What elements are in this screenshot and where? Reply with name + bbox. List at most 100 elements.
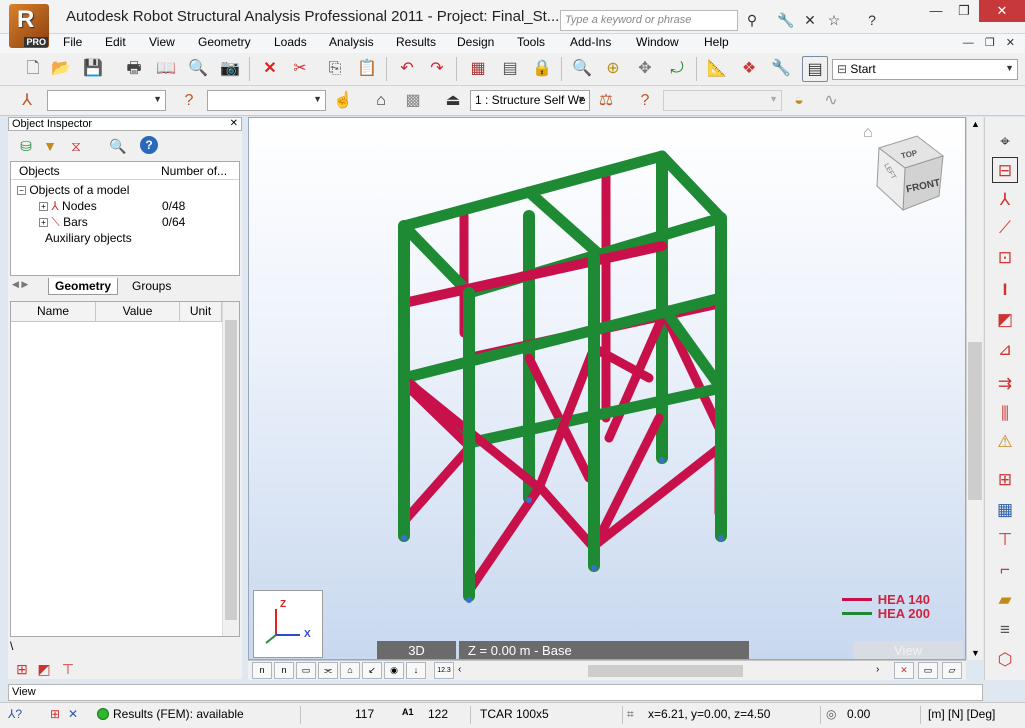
tree-item-auxiliary[interactable]: Auxiliary objects [45,231,132,245]
table-view-icon[interactable]: ⊤ [58,659,78,679]
hierarchy-icon[interactable]: ⊞ [12,659,32,679]
load-case-icon[interactable]: ⏏ [440,88,466,114]
grid-icon[interactable]: ▩ [400,88,426,114]
releases-icon[interactable]: ⊿ [992,337,1018,363]
structure-view-icon[interactable]: ⊞ [992,467,1018,493]
horizontal-scrollbar-thumb[interactable] [588,665,743,677]
home-view-icon[interactable]: ⌂ [863,124,873,142]
model-viewport[interactable]: ⌂ TOP FRONT LEFT HEA 140 HEA 200 Z X 3D … [248,117,966,660]
wrench-icon[interactable]: 🔧 [776,10,796,30]
angle-section-icon[interactable]: ⌐ [992,557,1018,583]
tab-inspector-bottom[interactable]: \ [10,639,30,655]
loads-icon[interactable]: ⚠ [992,429,1018,455]
scrollbar-thumb[interactable] [225,320,237,620]
numbering-icon[interactable]: 12.3 [434,662,454,679]
help-icon[interactable]: ? [862,10,882,30]
maximize-button[interactable]: ❐ [950,0,978,22]
hide-icon[interactable]: ✕ [894,662,914,679]
calculator-icon[interactable]: ▦ [465,56,491,82]
print-icon[interactable]: 🖶 [121,56,147,82]
structure-model-icon[interactable]: ❖ [736,56,762,82]
grid-snap-icon[interactable]: ⊞ [50,707,60,721]
structure-model[interactable] [249,118,966,660]
funnel-icon[interactable]: ▼ [40,136,60,156]
redo-icon[interactable]: ↷ [424,56,450,82]
menu-analysis[interactable]: Analysis [329,35,374,49]
menu-results[interactable]: Results [396,35,436,49]
tables-icon[interactable]: ▤ [497,56,523,82]
app-logo[interactable]: R PRO [9,4,49,48]
bars-icon[interactable]: ⟋ [992,215,1018,241]
units-indicator[interactable]: [m] [N] [Deg] [928,707,995,721]
viewport-vertical-scrollbar[interactable]: ▲ ▼ [966,117,983,660]
prop-header-value[interactable]: Value [96,302,180,322]
copy-icon[interactable]: ⎘ [322,56,348,82]
menu-file[interactable]: File [63,35,82,49]
menu-tools[interactable]: Tools [517,35,545,49]
hand-select-icon[interactable]: ☝ [330,88,356,114]
layers-icon[interactable]: ≡ [992,617,1018,643]
cut-icon[interactable]: ✂ [287,56,313,82]
structural-axes-icon[interactable]: ⊟ [992,157,1018,183]
view-command-input[interactable]: View [8,684,983,701]
menu-view[interactable]: View [149,35,175,49]
save-icon[interactable]: 💾 [80,56,106,82]
fill-icon[interactable]: ▭ [918,662,938,679]
bar-select-icon[interactable]: ? [176,88,202,114]
scroll-up-icon[interactable]: ▲ [971,119,980,129]
minimize-button[interactable]: — [922,0,950,22]
new-file-icon[interactable]: 🗋 [20,56,46,82]
tab-geometry[interactable]: Geometry [48,278,119,295]
satellite-icon[interactable]: ✕ [800,10,820,30]
print-preview-icon[interactable]: 📖 [153,56,179,82]
pan-icon[interactable]: ✥ [632,56,658,82]
load-case-combo[interactable]: 1 : Structure Self We ▼ [470,90,590,111]
binoculars-icon[interactable]: ⚲ [742,10,762,30]
work-plane-indicator[interactable]: Z = 0.00 m - Base [459,641,749,659]
clear-filter-icon[interactable]: ⧖ [66,136,86,156]
selection-combo[interactable]: ▼ [47,90,166,111]
preferences-icon[interactable]: 🔧 [768,56,794,82]
tab-groups[interactable]: Groups [126,278,177,295]
shading-icon[interactable]: ▱ [942,662,962,679]
offsets-icon[interactable]: ⇉ [992,371,1018,397]
menu-help[interactable]: Help [704,35,729,49]
lock-icon[interactable]: 🔒 [529,56,555,82]
table-icon[interactable]: ▦ [992,497,1018,523]
view-indicator[interactable]: View [853,641,963,659]
paste-icon[interactable]: 📋 [354,56,380,82]
selection-icon[interactable]: A1 [402,707,414,717]
column-header-number[interactable]: Number of... [161,164,227,178]
search-input[interactable]: Type a keyword or phrase [560,10,738,31]
prop-header-name[interactable]: Name [11,302,96,322]
section-names-icon[interactable]: ▭ [296,662,316,679]
elastic-ground-icon[interactable]: ⫼ [992,401,1018,427]
snap-settings-icon[interactable]: ✕ [68,707,78,721]
loads-icon[interactable]: ↙ [362,662,382,679]
screen-capture-icon[interactable]: 📷 [217,56,243,82]
section-view-icon[interactable]: ◩ [34,659,54,679]
scrollbar-thumb[interactable] [968,342,982,500]
releases-icon[interactable]: ◉ [384,662,404,679]
column-header-objects[interactable]: Objects [19,164,60,178]
load-display-icon[interactable]: ⚖ [593,88,619,114]
materials-icon[interactable]: ◩ [992,307,1018,333]
sections-icon[interactable]: I [992,277,1018,303]
supports-icon[interactable]: ⊡ [992,245,1018,271]
delete-icon[interactable]: ✕ [257,56,283,82]
expand-icon[interactable]: + [39,218,48,228]
collapse-icon[interactable]: − [17,186,26,196]
scroll-left-icon[interactable]: ‹ [458,664,461,675]
bar-numbers-icon[interactable]: n [274,662,294,679]
undo-icon[interactable]: ↶ [394,56,420,82]
open-folder-icon[interactable]: 📂 [48,56,74,82]
menu-edit[interactable]: Edit [105,35,126,49]
print-composition-icon[interactable]: 🔍 [185,56,211,82]
mode-select-icon[interactable]: ? [632,88,658,114]
scroll-down-icon[interactable]: ▼ [971,648,980,658]
properties-scrollbar[interactable] [222,302,239,636]
sine-wave-icon[interactable]: ∿ [818,88,844,114]
results-map-icon[interactable]: ◒ [786,88,812,114]
view-cube[interactable] [873,134,949,214]
mdi-window-controls[interactable]: — ❐ ✕ [963,36,1019,49]
